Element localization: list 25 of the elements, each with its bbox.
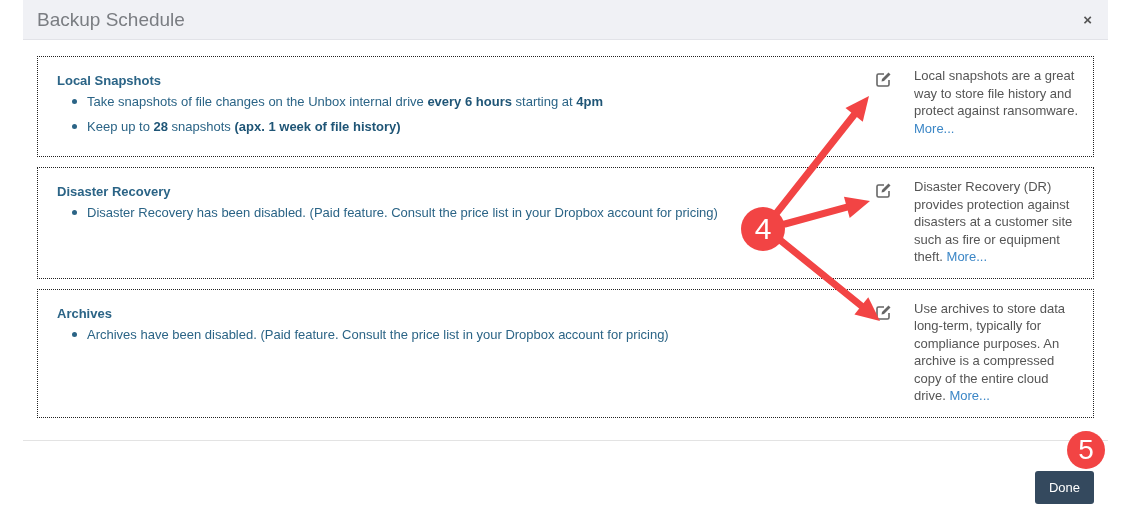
bullet-text: Keep up to 28 snapshots (apx. 1 week of file history) [87, 119, 401, 134]
bullet-icon [72, 124, 77, 129]
close-button[interactable]: × [1081, 11, 1094, 28]
section-title: Archives [57, 305, 112, 321]
step-badge: 4 [741, 207, 785, 251]
edit-icon[interactable] [875, 303, 892, 321]
bullet-icon [72, 210, 77, 215]
bullet-icon [72, 331, 77, 337]
bullet-text: Disaster Recovery has been disabled. (Paid feature. Consult the price list in your Dropbox account for pricing) [87, 205, 718, 220]
description-text: Local snapshots are a great way to store file history and protect against ransomware. More... [914, 67, 1079, 138]
more-link[interactable]: More... [949, 388, 990, 403]
edit-icon[interactable] [875, 71, 892, 88]
bullet-icon [72, 99, 77, 104]
section-title: Local Snapshots [57, 73, 162, 88]
done-button[interactable]: Done [1034, 470, 1094, 504]
description-text: Use archives to store data long-term, typically for compliance purposes. An archive is a compressed copy of the entire cloud drive. More... [914, 299, 1067, 405]
step-badge: 5 [1067, 431, 1105, 469]
description-text: Disaster Recovery (DR) provides protection against disasters at a customer site such as fire or equipment theft. More... [914, 178, 1074, 266]
dialog-title: Backup Schedule [37, 8, 185, 31]
more-link[interactable]: More... [914, 120, 955, 136]
edit-icon[interactable] [875, 182, 892, 199]
bullet-text: Archives have been disabled. (Paid feature. Consult the price list in your Dropbox account for pricing) [87, 326, 669, 342]
more-link[interactable]: More... [946, 249, 987, 264]
section-title: Disaster Recovery [57, 184, 171, 199]
bullet-text: Take snapshots of file changes on the Unbox internal drive every 6 hours starting at 4pm [87, 94, 603, 109]
